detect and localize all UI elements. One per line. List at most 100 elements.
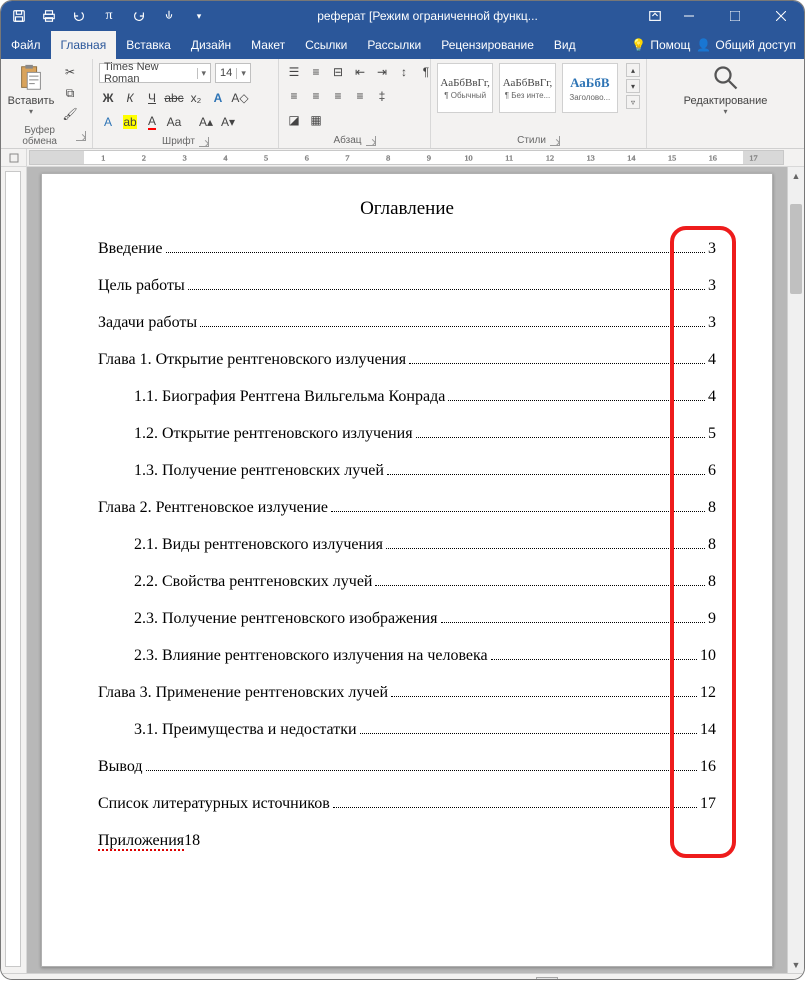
save-icon[interactable]: [11, 8, 27, 24]
zoom-level[interactable]: 110%: [769, 980, 796, 981]
line-spacing-icon[interactable]: ‡: [373, 87, 391, 105]
scroll-thumb[interactable]: [790, 204, 802, 294]
zoom-in-icon[interactable]: +: [746, 978, 754, 981]
bold-icon[interactable]: Ж: [99, 89, 117, 107]
borders-icon[interactable]: ▦: [307, 111, 325, 129]
font-size-combo[interactable]: 14▾: [215, 63, 251, 83]
toc-line: Задачи работы 3: [98, 314, 716, 332]
shrink-font-icon[interactable]: A▾: [219, 113, 237, 131]
font-family-combo[interactable]: Times New Roman▾: [99, 63, 211, 83]
svg-text:14: 14: [627, 154, 635, 163]
font-color-icon[interactable]: A: [143, 113, 161, 131]
toc-page: 8: [708, 536, 716, 554]
toc-dots: [409, 363, 705, 364]
tab-view[interactable]: Вид: [544, 31, 586, 59]
tell-me[interactable]: 💡Помощ: [631, 38, 690, 52]
tab-design[interactable]: Дизайн: [181, 31, 241, 59]
ruler-horizontal-row: 1234567891011121314151617: [1, 149, 804, 167]
ribbon-display-icon[interactable]: [648, 9, 662, 23]
strikethrough-icon[interactable]: abc: [165, 89, 183, 107]
styles-launcher[interactable]: [550, 136, 560, 146]
zoom-out-icon[interactable]: −: [608, 978, 616, 981]
minimize-button[interactable]: [666, 1, 712, 31]
status-words[interactable]: Число слов: 2468: [112, 980, 201, 981]
align-center-icon[interactable]: ≡: [307, 87, 325, 105]
tab-review[interactable]: Рецензирование: [431, 31, 544, 59]
style-normal[interactable]: АаБбВвГг,¶ Обычный: [437, 63, 493, 113]
toc-page: 9: [708, 610, 716, 628]
italic-icon[interactable]: К: [121, 89, 139, 107]
ruler-horizontal[interactable]: 1234567891011121314151617: [29, 150, 784, 165]
justify-icon[interactable]: ≡: [351, 87, 369, 105]
copy-icon[interactable]: ⧉: [61, 84, 79, 102]
shading-icon[interactable]: ◪: [285, 111, 303, 129]
clipboard-launcher[interactable]: [76, 131, 86, 141]
style-heading1[interactable]: АаБбВЗаголово...: [562, 63, 618, 113]
toc-text: Глава 1. Открытие рентгеновского излучен…: [98, 351, 406, 369]
spellcheck-icon[interactable]: 📖: [215, 979, 229, 980]
ruler-vertical[interactable]: [1, 167, 27, 973]
toc-dots: [188, 289, 705, 290]
tab-references[interactable]: Ссылки: [295, 31, 357, 59]
tab-mailings[interactable]: Рассылки: [357, 31, 431, 59]
toc-dots: [416, 437, 705, 438]
grow-font-icon[interactable]: A▴: [197, 113, 215, 131]
styles-up-icon[interactable]: ▴: [626, 63, 640, 77]
tab-home[interactable]: Главная: [51, 31, 117, 59]
tab-file[interactable]: Файл: [1, 31, 51, 59]
scroll-down-icon[interactable]: ▼: [788, 956, 804, 973]
highlight2-icon[interactable]: ab: [121, 113, 139, 131]
touch-mode-icon[interactable]: [161, 8, 177, 24]
svg-text:5: 5: [264, 154, 268, 163]
svg-text:4: 4: [223, 154, 227, 163]
underline-icon[interactable]: Ч: [143, 89, 161, 107]
scroll-up-icon[interactable]: ▲: [788, 167, 804, 184]
sort-icon[interactable]: ↕: [395, 63, 413, 81]
page[interactable]: Оглавление Введение 3Цель работы 3Задачи…: [41, 173, 773, 967]
toc-page: 16: [700, 758, 716, 776]
styles-down-icon[interactable]: ▾: [626, 79, 640, 93]
bullets-icon[interactable]: ☰: [285, 63, 303, 81]
scrollbar-vertical[interactable]: ▲ ▼: [787, 167, 804, 973]
indent-inc-icon[interactable]: ⇥: [373, 63, 391, 81]
cut-icon[interactable]: ✂: [61, 63, 79, 81]
styles-more-icon[interactable]: ▿: [626, 95, 640, 109]
change-case-icon[interactable]: Aa: [165, 113, 183, 131]
toc-line-last: Приложения18: [98, 832, 716, 850]
text-effects-icon[interactable]: A: [209, 89, 227, 107]
close-button[interactable]: [758, 1, 804, 31]
print-icon[interactable]: [41, 8, 57, 24]
sub-super-icon[interactable]: x₂: [187, 89, 205, 107]
tab-layout[interactable]: Макет: [241, 31, 295, 59]
highlight-icon[interactable]: A: [99, 113, 117, 131]
ruler-corner[interactable]: [1, 149, 27, 166]
view-web-icon[interactable]: ▦: [572, 977, 594, 981]
align-left-icon[interactable]: ≡: [285, 87, 303, 105]
multilevel-icon[interactable]: ⊟: [329, 63, 347, 81]
view-read-icon[interactable]: ▭: [500, 977, 522, 981]
paragraph-launcher[interactable]: [366, 136, 376, 146]
svg-text:1: 1: [101, 154, 105, 163]
align-right-icon[interactable]: ≡: [329, 87, 347, 105]
group-font: Times New Roman▾ 14▾ Ж К Ч abc x₂ A A◇ A…: [93, 59, 279, 148]
paste-button[interactable]: Вставить ▾: [7, 63, 55, 116]
indent-dec-icon[interactable]: ⇤: [351, 63, 369, 81]
qat-more-icon[interactable]: ▾: [191, 8, 207, 24]
style-no-spacing[interactable]: АаБбВвГг,¶ Без инте...: [499, 63, 555, 113]
font-launcher[interactable]: [199, 137, 209, 147]
pi-icon[interactable]: π: [101, 8, 117, 24]
format-painter-icon[interactable]: 🖌: [61, 105, 79, 123]
window-title: реферат [Режим ограниченной функц...: [207, 9, 648, 23]
maximize-button[interactable]: [712, 1, 758, 31]
share-button[interactable]: 👤Общий доступ: [696, 38, 796, 52]
status-page[interactable]: Страница 2 из 19: [9, 980, 98, 981]
tab-insert[interactable]: Вставка: [116, 31, 181, 59]
toc-line: 2.2. Свойства рентгеновских лучей 8: [98, 573, 716, 591]
redo-icon[interactable]: [131, 8, 147, 24]
undo-icon[interactable]: [71, 8, 87, 24]
clear-format-icon[interactable]: A◇: [231, 89, 249, 107]
view-print-icon[interactable]: ▤: [536, 977, 558, 981]
editing-button[interactable]: Редактирование ▾: [682, 63, 770, 116]
status-language[interactable]: русский: [243, 980, 282, 981]
numbering-icon[interactable]: ≡: [307, 63, 325, 81]
